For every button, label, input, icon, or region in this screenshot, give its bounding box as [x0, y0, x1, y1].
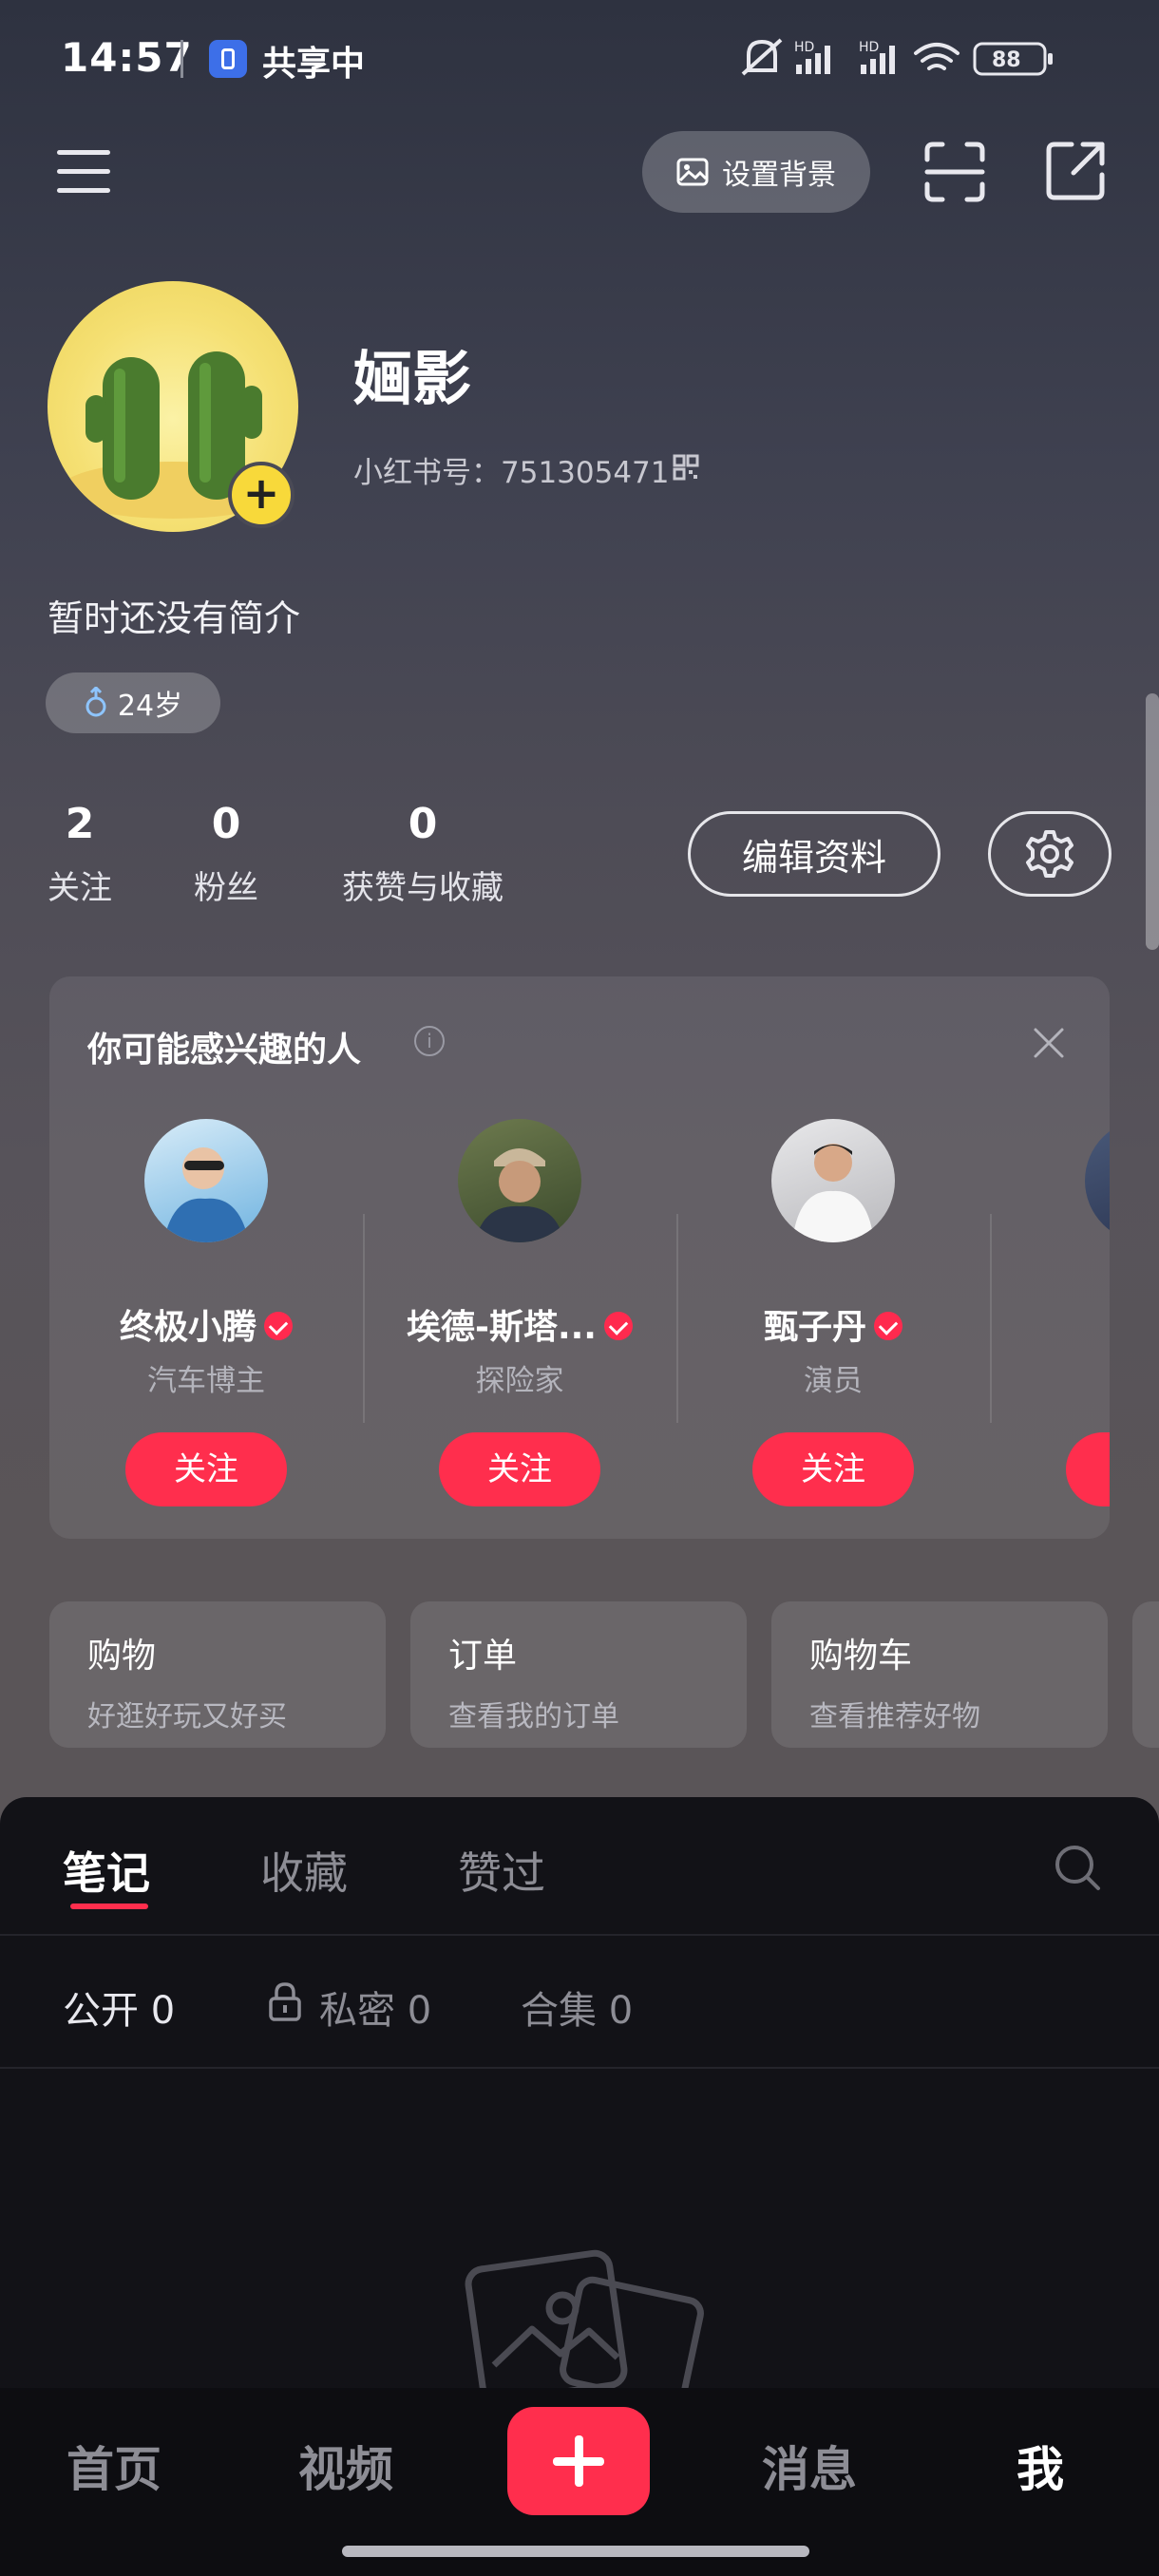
shop-card-cart[interactable]: 购物车 查看推荐好物 — [771, 1601, 1108, 1748]
shop-card-title: 购物 — [87, 1637, 157, 1676]
user-name: 埃德-斯塔... — [363, 1299, 676, 1349]
nav-video[interactable]: 视频 — [298, 2432, 393, 2500]
stat-followers[interactable]: 0 粉丝 — [190, 800, 262, 908]
empty-photos-icon — [465, 2249, 704, 2394]
status-share-label: 共享中 — [262, 45, 366, 84]
user-desc: 汽车博主 — [147, 1364, 265, 1398]
screen-share-icon — [209, 40, 247, 78]
menu-icon[interactable] — [53, 144, 114, 198]
stat-following[interactable]: 2 关注 — [44, 800, 116, 908]
user-id: 小红书号：751305471 — [353, 456, 670, 490]
close-icon[interactable] — [1032, 1026, 1066, 1060]
tab-notes[interactable]: 笔记 — [63, 1839, 150, 1902]
shop-card-subtitle: 查看推荐好物 — [809, 1700, 980, 1733]
verified-icon — [603, 1312, 633, 1340]
stat-value: 0 — [211, 800, 241, 848]
nav-me[interactable]: 我 — [1016, 2432, 1064, 2500]
scroll-indicator — [1146, 693, 1159, 950]
verified-icon — [874, 1312, 902, 1340]
user-name-text: 甄子丹 — [763, 1308, 866, 1347]
image-icon — [676, 158, 709, 186]
user-avatar — [144, 1119, 268, 1242]
verified-icon — [264, 1312, 293, 1340]
user-name: 燕 — [990, 1299, 1110, 1349]
tab-underline — [70, 1904, 148, 1909]
status-time: 14:57 — [61, 34, 193, 81]
set-background-button[interactable]: 设置背景 — [642, 131, 870, 213]
male-icon — [86, 687, 106, 717]
divider — [0, 1934, 1159, 1936]
status-icons: HD HD 88 — [741, 38, 1053, 76]
age-label: 24岁 — [117, 690, 183, 723]
shop-card-more[interactable] — [1132, 1601, 1159, 1748]
follow-button[interactable]: 关注 — [1066, 1432, 1110, 1506]
create-post-button[interactable] — [507, 2407, 650, 2515]
shop-card-subtitle: 查看我的订单 — [448, 1700, 619, 1733]
set-background-label: 设置背景 — [722, 159, 836, 192]
edit-profile-button[interactable]: 编辑资料 — [688, 811, 940, 897]
recommend-title: 你可能感兴趣的人 — [87, 1031, 362, 1070]
wifi-icon — [914, 43, 960, 70]
user-avatar-image — [163, 1147, 249, 1242]
shop-card-title: 购物车 — [809, 1637, 913, 1676]
recommend-user-card[interactable]: 终极小腾 汽车博主 关注 — [49, 1119, 363, 1506]
follow-button[interactable]: 关注 — [125, 1432, 287, 1506]
user-name-text: 终极小腾 — [119, 1308, 256, 1347]
gear-icon — [1026, 830, 1074, 878]
nav-messages[interactable]: 消息 — [762, 2432, 857, 2500]
tab-liked[interactable]: 赞过 — [458, 1839, 545, 1902]
username: 婳影 — [353, 344, 472, 413]
hd-label-2: HD — [859, 40, 879, 55]
recommend-user-card[interactable]: 甄子丹 演员 关注 — [676, 1119, 990, 1506]
recommend-user-card[interactable]: 燕 粉 关注 — [990, 1119, 1110, 1506]
tab-collections[interactable]: 收藏 — [260, 1839, 348, 1902]
lock-icon — [269, 1982, 301, 2021]
recommend-card: 你可能感兴趣的人 i 终极小腾 汽车博主 关注 埃德-斯塔... 探险家 关注 — [49, 976, 1110, 1539]
user-avatar — [771, 1119, 895, 1242]
age-badge[interactable]: 24岁 — [46, 672, 220, 733]
home-indicator — [342, 2546, 809, 2557]
add-avatar-button[interactable]: + — [228, 462, 294, 528]
qr-code-icon[interactable] — [673, 454, 699, 481]
user-desc: 探险家 — [475, 1364, 564, 1398]
share-icon[interactable] — [1043, 139, 1108, 203]
info-icon[interactable]: i — [414, 1026, 445, 1056]
recommend-user-card[interactable]: 埃德-斯塔... 探险家 关注 — [363, 1119, 676, 1506]
stat-label: 粉丝 — [194, 869, 258, 907]
scan-icon[interactable] — [923, 141, 986, 203]
user-name: 终极小腾 — [49, 1299, 363, 1349]
shop-card-title: 订单 — [448, 1637, 518, 1676]
stat-likes[interactable]: 0 获赞与收藏 — [334, 800, 511, 908]
user-avatar — [458, 1119, 581, 1242]
subtab-public[interactable]: 公开 0 — [63, 1979, 175, 2035]
bio[interactable]: 暂时还没有简介 — [48, 589, 300, 641]
status-divider — [180, 40, 183, 78]
shop-card-shopping[interactable]: 购物 好逛好玩又好买 — [49, 1601, 386, 1748]
stat-label: 获赞与收藏 — [342, 869, 504, 907]
divider — [0, 2067, 1159, 2069]
settings-button[interactable] — [988, 811, 1112, 897]
follow-button[interactable]: 关注 — [752, 1432, 914, 1506]
search-icon[interactable] — [1053, 1843, 1102, 1892]
user-desc: 粉 — [990, 1356, 1110, 1399]
user-avatar-image — [475, 1148, 564, 1242]
user-name: 甄子丹 — [676, 1299, 990, 1349]
mute-bell-icon — [741, 38, 783, 76]
subtab-private[interactable]: 私密 0 — [319, 1979, 431, 2035]
user-name-text: 埃德-斯塔... — [407, 1308, 597, 1347]
battery-level: 88 — [992, 48, 1021, 72]
stat-label: 关注 — [48, 869, 112, 907]
hd-label-1: HD — [794, 40, 814, 55]
stat-value: 0 — [408, 800, 438, 848]
nav-home[interactable]: 首页 — [66, 2432, 162, 2500]
user-avatar-image — [792, 1144, 874, 1242]
user-desc: 演员 — [804, 1364, 863, 1398]
shop-card-orders[interactable]: 订单 查看我的订单 — [410, 1601, 747, 1748]
user-avatar — [1085, 1119, 1110, 1242]
shop-card-subtitle: 好逛好玩又好买 — [87, 1700, 287, 1733]
subtab-albums[interactable]: 合集 0 — [521, 1979, 633, 2035]
follow-button[interactable]: 关注 — [439, 1432, 600, 1506]
stat-value: 2 — [65, 800, 95, 848]
